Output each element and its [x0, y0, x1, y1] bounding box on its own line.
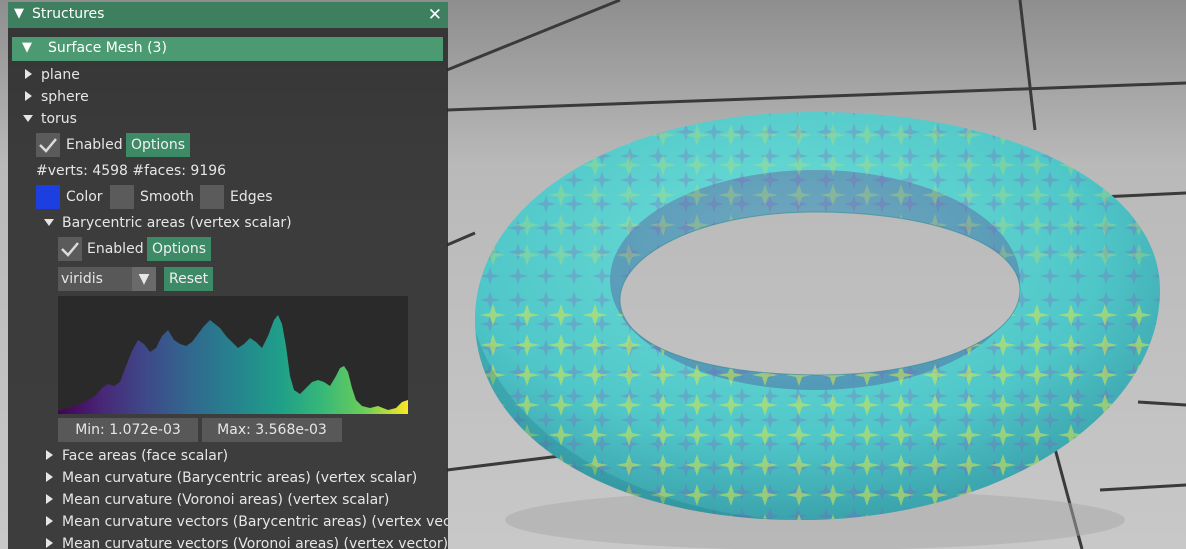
quantity-mean-curvature-barycentric[interactable]: Mean curvature (Barycentric areas) (vert… — [46, 468, 417, 488]
check-icon — [39, 138, 57, 153]
chevron-down-icon[interactable]: ▼ — [132, 267, 156, 291]
triangle-right-icon — [25, 69, 32, 79]
torus-color-swatch[interactable] — [36, 185, 60, 209]
torus-enabled-checkbox[interactable] — [36, 133, 60, 157]
tree-item-label: torus — [41, 111, 77, 127]
torus-smooth-checkbox[interactable] — [110, 185, 134, 209]
quantity-mean-curvature-vectors-voronoi[interactable]: Mean curvature vectors (Voronoi areas) (… — [46, 534, 448, 549]
check-icon — [61, 242, 79, 257]
close-icon[interactable]: ✕ — [428, 5, 442, 25]
quantity-barycentric-areas[interactable]: Barycentric areas (vertex scalar) — [44, 213, 292, 233]
triangle-down-icon: ▼ — [22, 40, 32, 55]
quantity-face-areas[interactable]: Face areas (face scalar) — [46, 446, 228, 466]
surface-mesh-header-label: Surface Mesh (3) — [48, 40, 167, 56]
histogram-max-field[interactable]: Max: 3.568e-03 — [202, 418, 342, 442]
colormap-reset-button[interactable]: Reset — [164, 267, 214, 291]
tree-item-label: sphere — [41, 89, 89, 105]
triangle-right-icon — [46, 472, 53, 482]
triangle-right-icon — [25, 91, 32, 101]
triangle-right-icon — [46, 450, 53, 460]
triangle-down-icon — [23, 114, 33, 122]
quantity-enabled-label: Enabled — [87, 241, 144, 257]
quantity-label: Mean curvature (Barycentric areas) (vert… — [62, 470, 418, 486]
quantity-label: Mean curvature (Voronoi areas) (vertex s… — [62, 492, 390, 508]
surface-mesh-header[interactable]: ▼ Surface Mesh (3) — [12, 37, 443, 61]
tree-item-plane[interactable]: plane — [25, 65, 80, 85]
quantity-label: Barycentric areas (vertex scalar) — [62, 215, 292, 231]
torus-options-button[interactable]: Options — [126, 133, 191, 157]
panel-title-bar[interactable]: ▼ Structures ✕ — [8, 2, 448, 28]
collapse-panel-icon[interactable]: ▼ — [14, 6, 24, 21]
tree-item-torus[interactable]: torus — [23, 109, 77, 129]
quantity-label: Mean curvature vectors (Barycentric area… — [62, 514, 448, 530]
quantity-label: Mean curvature vectors (Voronoi areas) (… — [62, 536, 448, 549]
torus-edges-checkbox[interactable] — [200, 185, 224, 209]
torus-color-label: Color — [66, 189, 103, 205]
tree-item-sphere[interactable]: sphere — [25, 87, 89, 107]
triangle-right-icon — [46, 516, 53, 526]
quantity-mean-curvature-voronoi[interactable]: Mean curvature (Voronoi areas) (vertex s… — [46, 490, 389, 510]
tree-item-label: plane — [41, 67, 80, 83]
histogram-plot — [58, 315, 408, 414]
structures-panel: ▼ Structures ✕ ▼ Surface Mesh (3) plane … — [8, 2, 448, 549]
torus-enabled-label: Enabled — [66, 137, 123, 153]
triangle-down-icon — [44, 218, 54, 226]
panel-title: Structures — [32, 6, 105, 22]
torus-stats: #verts: 4598 #faces: 9196 — [36, 163, 227, 179]
colormap-value: viridis — [61, 271, 103, 287]
quantity-label: Face areas (face scalar) — [62, 448, 229, 464]
quantity-enabled-checkbox[interactable] — [58, 237, 82, 261]
histogram-min-field[interactable]: Min: 1.072e-03 — [58, 418, 198, 442]
triangle-right-icon — [46, 538, 53, 548]
quantity-options-button[interactable]: Options — [147, 237, 212, 261]
quantity-mean-curvature-vectors-barycentric[interactable]: Mean curvature vectors (Barycentric area… — [46, 512, 448, 532]
colormap-select[interactable]: viridis ▼ — [58, 267, 156, 291]
triangle-right-icon — [46, 494, 53, 504]
histogram[interactable] — [58, 296, 408, 414]
torus-edges-label: Edges — [230, 189, 273, 205]
torus-smooth-label: Smooth — [140, 189, 195, 205]
